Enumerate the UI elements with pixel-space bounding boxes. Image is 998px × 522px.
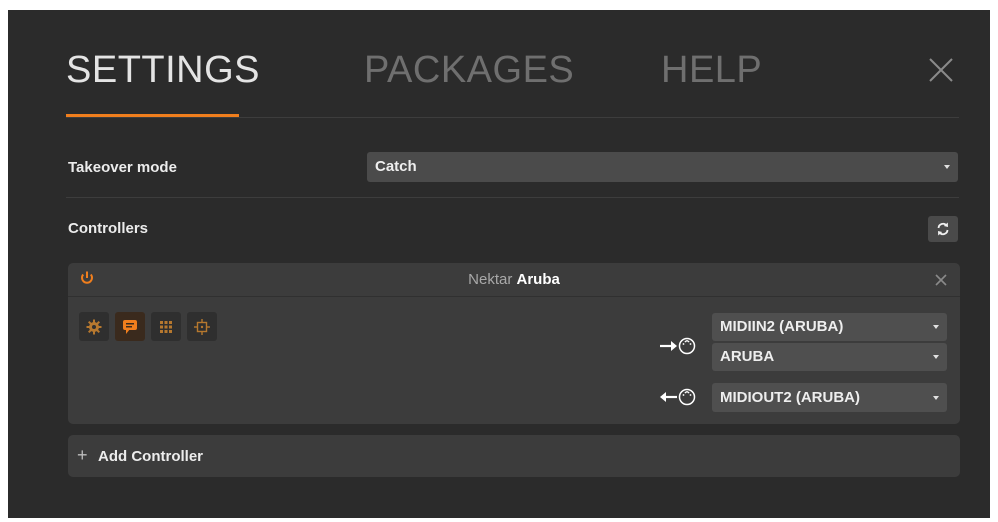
- gear-icon: [86, 319, 102, 335]
- tab-bar: SETTINGS PACKAGES HELP: [8, 10, 990, 118]
- grid-icon: [160, 321, 172, 333]
- midi-in-port-select-1[interactable]: MIDIIN2 (ARUBA): [712, 313, 947, 341]
- close-icon[interactable]: [927, 56, 955, 84]
- crosshair-icon: [194, 319, 210, 335]
- midi-in-port-2: ARUBA: [720, 348, 775, 365]
- midi-in-port-select-2[interactable]: ARUBA: [712, 343, 947, 371]
- takeover-mode-label: Takeover mode: [68, 159, 177, 176]
- notifications-button[interactable]: [115, 312, 145, 341]
- refresh-icon: [937, 222, 949, 236]
- takeover-mode-select[interactable]: Catch: [367, 152, 958, 182]
- mapping-button[interactable]: [151, 312, 181, 341]
- tab-packages[interactable]: PACKAGES: [364, 48, 574, 92]
- controllers-label: Controllers: [68, 220, 149, 237]
- close-icon[interactable]: [934, 273, 948, 287]
- controller-title: Nektar Aruba: [68, 271, 960, 288]
- controller-model: Aruba: [516, 271, 560, 288]
- add-controller-label: Add Controller: [98, 448, 203, 465]
- chevron-down-icon: [933, 355, 939, 359]
- tab-help[interactable]: HELP: [661, 48, 762, 92]
- midi-out-port: MIDIOUT2 (ARUBA): [720, 389, 860, 406]
- midi-out-icon: [658, 387, 700, 412]
- takeover-mode-value: Catch: [375, 158, 417, 175]
- settings-dialog: SETTINGS PACKAGES HELP Takeover mode Cat…: [8, 10, 990, 518]
- divider: [66, 117, 959, 118]
- chat-icon: [123, 320, 137, 334]
- controller-card: Nektar Aruba MIDIIN2 (ARUBA) ARUBA MIDIO…: [68, 263, 960, 424]
- plus-icon: +: [77, 445, 88, 465]
- chevron-down-icon: [944, 165, 950, 169]
- learn-button[interactable]: [187, 312, 217, 341]
- divider: [66, 197, 959, 198]
- chevron-down-icon: [933, 395, 939, 400]
- refresh-button[interactable]: [928, 216, 958, 242]
- controller-card-header: Nektar Aruba: [68, 263, 960, 297]
- settings-button[interactable]: [79, 312, 109, 341]
- midi-out-port-select[interactable]: MIDIOUT2 (ARUBA): [712, 383, 947, 412]
- add-controller-button[interactable]: + Add Controller: [68, 435, 960, 477]
- midi-in-port-1: MIDIIN2 (ARUBA): [720, 318, 844, 335]
- controller-vendor: Nektar: [468, 271, 513, 288]
- tab-settings[interactable]: SETTINGS: [66, 48, 260, 92]
- chevron-down-icon: [933, 325, 939, 329]
- midi-in-icon: [658, 336, 700, 361]
